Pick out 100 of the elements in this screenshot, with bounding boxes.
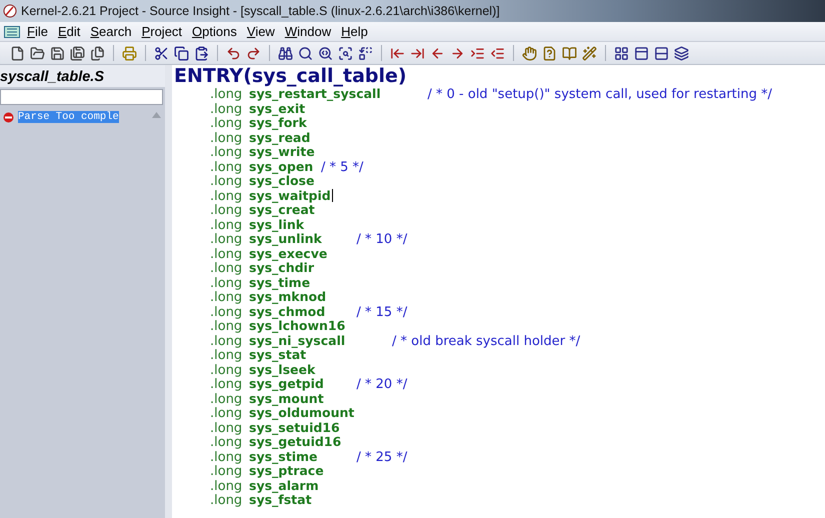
scissors-icon[interactable] (154, 46, 169, 60)
arrow-right-bar-icon[interactable] (410, 46, 425, 60)
menu-item[interactable]: Edit (52, 24, 86, 39)
menu-item[interactable]: Search (85, 24, 137, 39)
code-heading: ENTRY(sys_call_table) (174, 65, 408, 87)
panel-title: syscall_table.S (0, 65, 165, 87)
code-directive: .long (210, 465, 244, 480)
menu-item[interactable]: View (242, 24, 280, 39)
window-title: Kernel-2.6.21 Project - Source Insight - [syscall_table.S (linux-2.6.21\arch\i386\kernel)] (21, 4, 500, 18)
arrow-right-icon[interactable] (450, 46, 465, 60)
code-directive: .long (210, 204, 244, 218)
code-directive: .long (210, 218, 244, 233)
code-comment: / * 20 */ (356, 378, 408, 392)
symbol-item[interactable]: Parse Too comple (18, 111, 119, 123)
files-icon[interactable] (90, 46, 105, 60)
file-icon[interactable] (10, 46, 25, 60)
code-symbol: sys_unlink (249, 232, 323, 246)
code-comment: / * 0 - old "setup()" system call, used for restarting */ (428, 88, 772, 102)
search-code-icon[interactable] (318, 46, 333, 60)
text-caret (332, 189, 333, 202)
code-directive: .long (210, 494, 244, 508)
code-comment: / * 5 */ (321, 160, 364, 175)
redo-icon[interactable] (246, 46, 261, 60)
code-directive: .long (210, 132, 244, 146)
code-directive: .long (210, 334, 244, 349)
arrow-left-bar-icon[interactable] (390, 46, 405, 60)
code-symbol: sys_stime (249, 450, 318, 464)
search-icon[interactable] (298, 46, 313, 60)
code-symbol: sys_stat (249, 348, 306, 362)
code-directive: .long (210, 248, 244, 262)
replace-icon[interactable] (358, 46, 373, 60)
code-symbol: sys_exit (249, 102, 306, 116)
code-directive: .long (210, 320, 244, 334)
code-directive: .long (210, 422, 244, 436)
save-all-icon[interactable] (70, 46, 85, 60)
scan-search-icon[interactable] (338, 46, 353, 60)
layers-icon[interactable] (674, 46, 689, 60)
code-symbol: sys_alarm (249, 478, 319, 493)
code-directive: .long (210, 146, 244, 160)
code-symbol: sys_waitpid (249, 188, 331, 203)
code-directive: .long (210, 160, 244, 175)
menu-item[interactable]: File (22, 24, 53, 39)
undo-icon[interactable] (226, 46, 241, 60)
code-directive: .long (210, 378, 244, 392)
menu-item[interactable]: Window (280, 24, 336, 39)
code-symbol: sys_ni_syscall (249, 334, 346, 348)
code-directive: .long (210, 102, 244, 117)
app-logo-icon (3, 4, 17, 18)
menu-item[interactable]: Help (336, 24, 373, 39)
folder-icon[interactable] (30, 46, 45, 60)
code-symbol: sys_chdir (249, 261, 314, 276)
code-editor[interactable] (172, 65, 825, 518)
printer-icon[interactable] (122, 46, 137, 60)
code-directive: .long (210, 276, 244, 291)
book-icon[interactable] (562, 46, 577, 60)
code-directive: .long (210, 88, 244, 102)
outdent-icon[interactable] (490, 46, 505, 60)
code-symbol: sys_close (249, 174, 314, 188)
code-symbol: sys_getuid16 (249, 435, 342, 450)
search-field[interactable] (0, 89, 163, 105)
code-symbol: sys_lseek (249, 362, 316, 377)
code-symbol: sys_write (249, 145, 315, 160)
error-icon (3, 112, 14, 122)
code-symbol: sys_mount (249, 392, 324, 406)
grid-icon[interactable] (614, 46, 629, 60)
save-icon[interactable] (50, 46, 65, 60)
file-question-icon[interactable] (542, 46, 557, 60)
code-directive: .long (210, 349, 244, 364)
code-comment: / * 25 */ (356, 450, 408, 465)
code-directive: .long (210, 291, 244, 306)
code-symbol: sys_restart_syscall (249, 87, 381, 102)
code-directive: .long (210, 450, 244, 465)
binoculars-icon[interactable] (278, 46, 293, 60)
code-symbol: sys_fstat (249, 493, 312, 508)
paste-icon[interactable] (194, 46, 209, 60)
code-comment: / * old break syscall holder */ (392, 334, 580, 349)
code-symbol: sys_open (249, 160, 314, 174)
code-comment: / * 15 */ (356, 306, 408, 320)
code-symbol: sys_lchown16 (249, 319, 346, 334)
menu-item[interactable]: Options (187, 24, 242, 39)
code-symbol: sys_oldumount (249, 406, 354, 420)
panel-icon[interactable] (634, 46, 649, 60)
indent-icon[interactable] (470, 46, 485, 60)
code-directive: .long (210, 480, 244, 494)
code-symbol: sys_creat (249, 203, 315, 218)
rows-icon[interactable] (654, 46, 669, 60)
code-symbol: sys_getpid (249, 377, 325, 392)
code-directive: .long (210, 262, 244, 276)
wand-icon[interactable] (582, 46, 597, 60)
code-directive: .long (210, 392, 244, 407)
code-symbol: sys_read (249, 130, 310, 145)
document-icon[interactable] (4, 26, 20, 38)
code-symbol: sys_ptrace (249, 464, 324, 478)
hand-icon[interactable] (522, 46, 537, 60)
code-directive: .long (210, 364, 244, 378)
code-directive: .long (210, 175, 244, 190)
copy-icon[interactable] (174, 46, 189, 60)
code-symbol: sys_setuid16 (249, 420, 340, 435)
menu-item[interactable]: Project (136, 24, 188, 39)
code-symbol: sys_execve (249, 246, 328, 261)
